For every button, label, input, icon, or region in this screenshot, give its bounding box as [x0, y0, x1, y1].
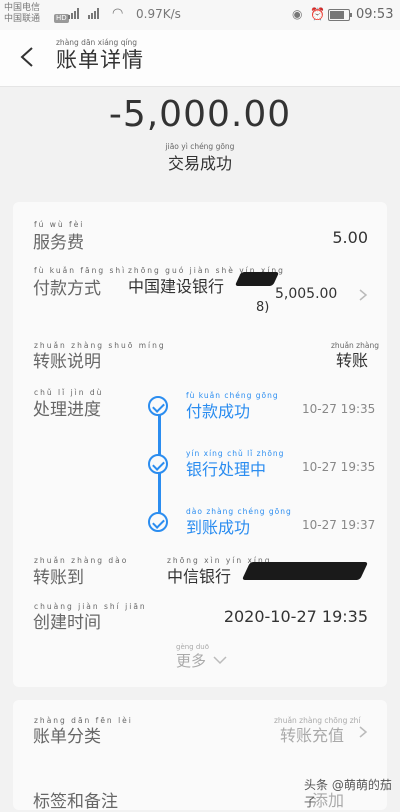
carrier-1: 中国电信	[4, 3, 41, 13]
back-button[interactable]	[14, 42, 44, 72]
transaction-amount: -5,000.00	[108, 94, 292, 135]
created-time-label: 创建时间	[33, 613, 101, 633]
transfer-note-label: 转账说明	[33, 352, 101, 372]
title-bar: zhàng dān xiáng qíng 账单详情	[0, 30, 400, 87]
payment-bank: 中国建设银行	[128, 277, 225, 296]
chevron-right-icon[interactable]	[357, 726, 369, 738]
progress-label: 处理进度	[33, 400, 101, 420]
payment-amount: 5,005.00	[275, 286, 338, 302]
eye-icon: ◉	[292, 7, 303, 21]
category-value[interactable]: 转账充值	[280, 722, 344, 746]
network-speed: 0.97K/s	[136, 7, 181, 21]
alarm-icon: ⏰	[310, 7, 325, 21]
carrier-2: 中国联通	[4, 14, 41, 24]
progress-step-time: 10-27 19:35	[302, 402, 376, 416]
signal-icon	[68, 7, 79, 19]
progress-step-time: 10-27 19:35	[302, 460, 376, 474]
watermark: 头条 @萌萌的茄子	[304, 778, 392, 809]
chevron-right-icon[interactable]	[357, 289, 369, 301]
progress-step: 到账成功	[186, 518, 251, 537]
check-circle-icon	[148, 396, 168, 416]
redaction-mark	[241, 562, 369, 580]
category-label: 账单分类	[33, 727, 101, 747]
transfer-note-value: 转账	[335, 351, 368, 370]
status-time: 09:53	[356, 7, 394, 22]
signal-icon	[88, 7, 99, 19]
battery-level	[330, 11, 345, 19]
hd-badge: HD	[54, 14, 69, 23]
service-fee-value: 5.00	[332, 228, 368, 247]
progress-step: 付款成功	[186, 402, 251, 421]
check-circle-icon	[148, 512, 168, 532]
page-title: 账单详情	[56, 48, 144, 72]
progress-step: 银行处理中	[186, 460, 267, 479]
payment-method-label: 付款方式	[33, 279, 101, 299]
transaction-status: 交易成功	[167, 154, 232, 173]
redaction-mark	[234, 272, 280, 286]
more-button[interactable]: 更多	[176, 650, 206, 671]
transfer-to-label: 转账到	[33, 568, 84, 588]
created-time-value: 2020-10-27 19:35	[223, 607, 368, 626]
service-fee-label: 服务费	[33, 233, 84, 253]
wifi-icon: ◠	[112, 6, 124, 21]
payment-card-suffix: 8)	[256, 300, 270, 315]
chevron-left-icon	[20, 47, 33, 67]
check-circle-icon	[148, 454, 168, 474]
status-bar: 中国电信 中国联通 HD ◠ 0.97K/s ◉ ⏰ 09:53	[0, 0, 400, 30]
battery-icon	[328, 9, 352, 21]
progress-step-time: 10-27 19:37	[302, 518, 376, 532]
chevron-down-icon[interactable]	[212, 655, 228, 665]
transfer-bank: 中信银行	[167, 567, 232, 586]
